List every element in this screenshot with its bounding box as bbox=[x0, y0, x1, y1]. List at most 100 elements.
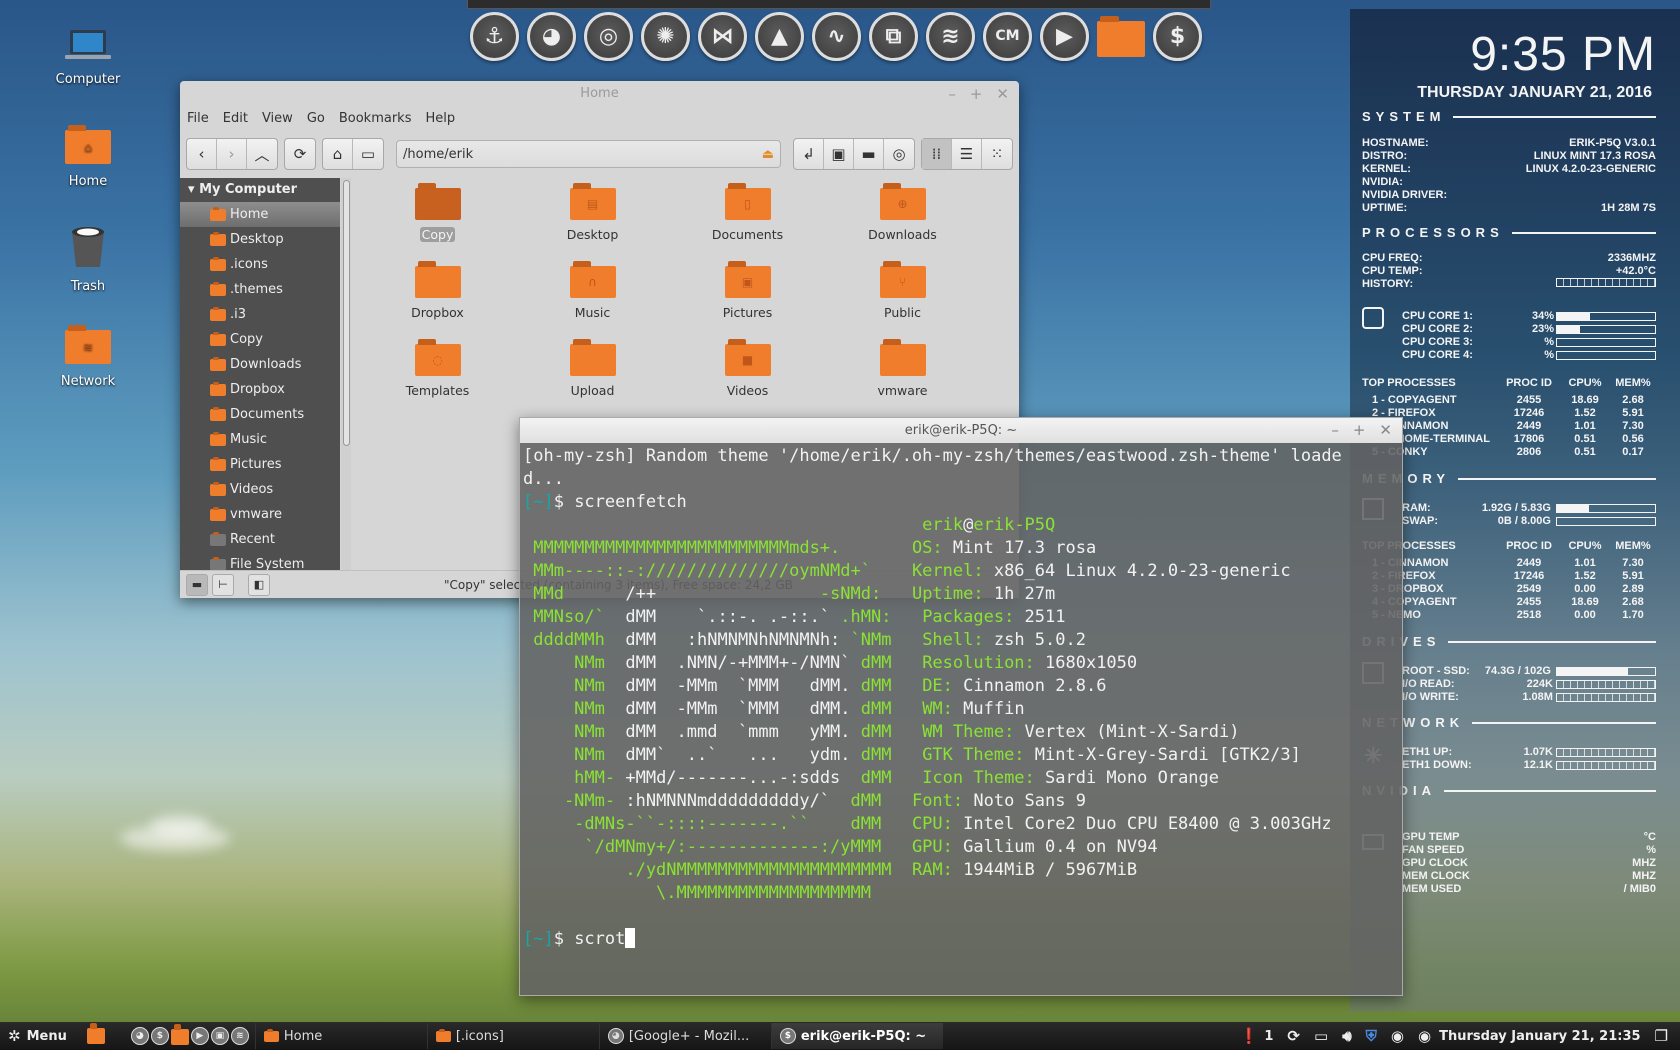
file-item[interactable]: vmware bbox=[825, 335, 980, 407]
places-toggle-button[interactable]: ▬ bbox=[186, 573, 208, 596]
photos-icon[interactable]: ◉ bbox=[1391, 1027, 1404, 1045]
dock-spotify-icon[interactable]: ≋ bbox=[926, 11, 975, 61]
dock-chrome-icon[interactable]: ◎ bbox=[584, 11, 633, 61]
dock-terminal-icon[interactable]: $ bbox=[1153, 11, 1202, 61]
minimize-button[interactable]: – bbox=[1331, 418, 1339, 443]
spotify-launcher-icon[interactable]: ≋ bbox=[230, 1027, 249, 1045]
terminal-window[interactable]: erik@erik-P5Q: ~ – + ✕ [oh-my-zsh] Random … bbox=[519, 417, 1403, 996]
file-item[interactable]: ▣ Pictures bbox=[670, 257, 825, 329]
file-item[interactable]: ⊕ Downloads bbox=[825, 179, 980, 251]
sidebar-item-i3[interactable]: .i3 bbox=[180, 302, 340, 327]
file-item[interactable]: ▯ Documents bbox=[670, 179, 825, 251]
computer-button[interactable]: ▭ bbox=[353, 139, 383, 169]
taskbar-window-button[interactable]: [.icons] bbox=[426, 1023, 599, 1049]
taskbar-window-button[interactable]: ◕ [Google+ - Mozil... bbox=[598, 1023, 771, 1049]
menu-file[interactable]: File bbox=[187, 111, 209, 126]
sidebar-item-videos[interactable]: Videos bbox=[180, 477, 340, 502]
maximize-button[interactable]: + bbox=[1353, 418, 1366, 443]
notification-count[interactable]: 1 bbox=[1264, 1029, 1273, 1044]
sidebar-item-filesystem[interactable]: File System bbox=[180, 552, 340, 570]
dock-anchor-icon[interactable]: ⚓ bbox=[470, 11, 519, 61]
firefox-launcher-icon[interactable]: ◕ bbox=[130, 1027, 149, 1045]
desktop-icon-trash[interactable]: Trash bbox=[33, 225, 143, 294]
sidebar-item-icons[interactable]: .icons bbox=[180, 252, 340, 277]
file-item[interactable]: ▤ Desktop bbox=[515, 179, 670, 251]
desktop-icon-home[interactable]: ⌂ Home bbox=[33, 125, 143, 189]
sidebar-item-home[interactable]: Home bbox=[180, 202, 340, 227]
taskbar-window-button[interactable]: Home bbox=[254, 1023, 427, 1049]
sidebar-item-desktop[interactable]: Desktop bbox=[180, 227, 340, 252]
recorder-launcher-icon[interactable]: ▶ bbox=[190, 1027, 209, 1045]
dock-bowtie-icon[interactable]: ⋈ bbox=[698, 11, 747, 61]
maximize-button[interactable]: + bbox=[970, 81, 983, 107]
menu-help[interactable]: Help bbox=[425, 111, 455, 126]
sidebar-item-copy[interactable]: Copy bbox=[180, 327, 340, 352]
location-edit-icon[interactable]: ⏏ bbox=[762, 147, 774, 162]
list-view-button[interactable]: ☰ bbox=[952, 139, 982, 169]
desktop-icon-computer[interactable]: Computer bbox=[33, 28, 143, 87]
minimize-button[interactable]: – bbox=[948, 81, 956, 107]
file-item[interactable]: Dropbox bbox=[360, 257, 515, 329]
dock-system-monitor-icon[interactable]: ∿ bbox=[812, 11, 861, 61]
dock-inkscape-icon[interactable]: ▲ bbox=[755, 11, 804, 61]
file-item[interactable]: ◌ Templates bbox=[360, 335, 515, 407]
window-titlebar[interactable]: Home – + ✕ bbox=[180, 81, 1019, 107]
window-titlebar[interactable]: erik@erik-P5Q: ~ – + ✕ bbox=[520, 418, 1402, 443]
shield-icon[interactable]: ⛨ bbox=[1366, 1027, 1377, 1045]
sidebar-item-downloads[interactable]: Downloads bbox=[180, 352, 340, 377]
hide-sidebar-button[interactable]: ◧ bbox=[248, 573, 270, 596]
dock-virtualbox-icon[interactable]: ⧉ bbox=[869, 11, 918, 61]
alert-icon[interactable]: ❗ bbox=[1240, 1027, 1259, 1045]
panel-clock[interactable]: Thursday January 21, 21:35 bbox=[1439, 1029, 1640, 1044]
reload-button[interactable]: ⟳ bbox=[285, 139, 315, 169]
menu-go[interactable]: Go bbox=[307, 111, 325, 126]
menu-edit[interactable]: Edit bbox=[223, 111, 248, 126]
terminal-launcher-icon[interactable]: $ bbox=[150, 1027, 169, 1045]
update-icon[interactable]: ⟳ bbox=[1287, 1027, 1300, 1045]
file-item[interactable]: ■ Videos bbox=[670, 335, 825, 407]
file-item[interactable]: ∩ Music bbox=[515, 257, 670, 329]
home-button[interactable]: ⌂ bbox=[323, 139, 353, 169]
volume-icon[interactable]: 🔊︎ bbox=[1342, 1027, 1351, 1045]
sidebar-item-themes[interactable]: .themes bbox=[180, 277, 340, 302]
display-icon[interactable]: ◉ bbox=[1418, 1027, 1431, 1045]
close-button[interactable]: ✕ bbox=[996, 81, 1009, 107]
file-item[interactable]: ⑂ Public bbox=[825, 257, 980, 329]
icon-view-button[interactable]: ⁞⁞ bbox=[922, 139, 952, 169]
forward-button[interactable]: › bbox=[217, 139, 247, 169]
dock-cm-icon[interactable]: CM bbox=[983, 11, 1032, 61]
file-item[interactable]: Copy bbox=[360, 179, 515, 251]
dock-firefox-icon[interactable]: ◕ bbox=[527, 11, 576, 61]
tree-toggle-button[interactable]: ⊢ bbox=[212, 573, 234, 596]
location-bar[interactable]: /home/erik ⏏ bbox=[396, 140, 781, 168]
dock-files-icon[interactable] bbox=[1097, 16, 1145, 57]
sidebar-header[interactable]: ▾ My Computer bbox=[180, 178, 340, 202]
sidebar-item-recent[interactable]: Recent bbox=[180, 527, 340, 552]
target-icon[interactable]: ◎ bbox=[884, 139, 914, 169]
dock-video-recorder-icon[interactable]: ▶ bbox=[1040, 11, 1089, 61]
screenshot-launcher-icon[interactable]: ▣ bbox=[210, 1027, 229, 1045]
open-parent-icon[interactable]: ↲ bbox=[794, 139, 824, 169]
desktop-icon-network[interactable]: ≋ Network bbox=[33, 325, 143, 389]
back-button[interactable]: ‹ bbox=[187, 139, 217, 169]
menu-bookmarks[interactable]: Bookmarks bbox=[339, 111, 412, 126]
sidebar-item-vmware[interactable]: vmware bbox=[180, 502, 340, 527]
dock-shutter-icon[interactable]: ✺ bbox=[641, 11, 690, 61]
show-desktop-icon[interactable]: ❐ bbox=[1655, 1027, 1668, 1045]
files-launcher-icon[interactable] bbox=[86, 1023, 105, 1044]
menu-button[interactable]: ✲ Menu bbox=[0, 1023, 113, 1045]
folder-launcher-icon[interactable] bbox=[170, 1024, 189, 1045]
new-folder-icon[interactable]: ▬ bbox=[854, 139, 884, 169]
sidebar-scrollbar[interactable] bbox=[341, 178, 351, 570]
close-button[interactable]: ✕ bbox=[1379, 418, 1392, 443]
up-button[interactable]: ︿ bbox=[247, 139, 277, 169]
terminal-icon[interactable]: ▣ bbox=[824, 139, 854, 169]
sidebar-item-documents[interactable]: Documents bbox=[180, 402, 340, 427]
menu-view[interactable]: View bbox=[262, 111, 293, 126]
terminal-output[interactable]: [oh-my-zsh] Random theme '/home/erik/.oh… bbox=[520, 443, 1402, 953]
sidebar-item-music[interactable]: Music bbox=[180, 427, 340, 452]
sidebar-item-pictures[interactable]: Pictures bbox=[180, 452, 340, 477]
network-tray-icon[interactable]: ▭ bbox=[1314, 1027, 1328, 1045]
taskbar-window-button[interactable]: $ erik@erik-P5Q: ~ bbox=[770, 1023, 943, 1049]
compact-view-button[interactable]: ⁙ bbox=[982, 139, 1012, 169]
